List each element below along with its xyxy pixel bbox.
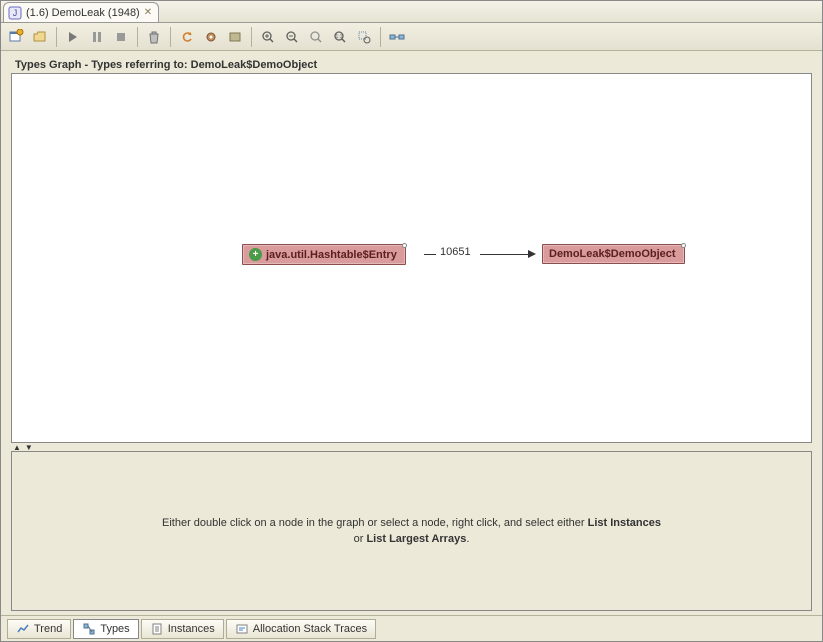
graph-node-target[interactable]: DemoLeak$DemoObject	[542, 244, 685, 264]
expand-icon[interactable]: +	[249, 248, 262, 261]
graph-node-label: java.util.Hashtable$Entry	[266, 249, 397, 261]
hint-bold-2: List Largest Arrays	[366, 533, 466, 545]
toolbar-separator	[170, 27, 171, 47]
toolbar: 1:1	[1, 23, 822, 51]
graph-edge-label: 10651	[440, 246, 471, 258]
pause-icon[interactable]	[86, 26, 108, 48]
trend-chart-icon	[16, 622, 30, 636]
zoom-out-icon[interactable]	[281, 26, 303, 48]
filter-icon[interactable]	[224, 26, 246, 48]
stop-icon[interactable]	[110, 26, 132, 48]
open-folder-icon[interactable]	[29, 26, 51, 48]
types-graph-panel[interactable]: + java.util.Hashtable$Entry 10651 DemoLe…	[11, 73, 812, 443]
refresh-icon[interactable]	[176, 26, 198, 48]
trash-icon[interactable]	[143, 26, 165, 48]
svg-text:J: J	[13, 8, 18, 18]
graph-edge	[480, 254, 528, 255]
graph-edge	[424, 254, 436, 255]
editor-tab-title: (1.6) DemoLeak (1948)	[26, 7, 140, 19]
hint-text: or	[354, 533, 367, 545]
bottom-tabs: Trend Types Instances Allocation Stack T…	[1, 615, 822, 641]
tab-trend[interactable]: Trend	[7, 619, 71, 639]
zoom-in-icon[interactable]	[257, 26, 279, 48]
zoom-selection-icon[interactable]	[353, 26, 375, 48]
svg-text:1:1: 1:1	[336, 34, 343, 40]
node-handle-icon	[681, 243, 686, 248]
tab-label: Allocation Stack Traces	[253, 623, 367, 635]
instances-icon	[150, 622, 164, 636]
types-icon	[82, 622, 96, 636]
tab-label: Types	[100, 623, 129, 635]
toolbar-separator	[137, 27, 138, 47]
toolbar-separator	[380, 27, 381, 47]
new-window-icon[interactable]	[5, 26, 27, 48]
hint-bold-1: List Instances	[588, 517, 661, 529]
hint-panel: Either double click on a node in the gra…	[11, 451, 812, 611]
hint-text: .	[466, 533, 469, 545]
editor-tab-row: J (1.6) DemoLeak (1948) ✕	[1, 1, 822, 23]
zoom-fit-icon[interactable]	[305, 26, 327, 48]
stack-trace-icon	[235, 622, 249, 636]
close-icon[interactable]: ✕	[144, 7, 152, 18]
graph-node-source[interactable]: + java.util.Hashtable$Entry	[242, 244, 406, 265]
tab-instances[interactable]: Instances	[141, 619, 224, 639]
java-tab-icon: J	[8, 6, 22, 20]
hint-text: Either double click on a node in the gra…	[162, 517, 588, 529]
panel-title: Types Graph - Types referring to: DemoLe…	[11, 59, 812, 71]
tab-types[interactable]: Types	[73, 619, 138, 639]
arrow-right-icon	[528, 250, 536, 258]
tab-allocation-stack-traces[interactable]: Allocation Stack Traces	[226, 619, 376, 639]
graph-node-label: DemoLeak$DemoObject	[549, 248, 676, 260]
node-handle-icon	[402, 243, 407, 248]
tab-label: Instances	[168, 623, 215, 635]
panel-splitter[interactable]: ▲ ▼	[11, 443, 812, 451]
toolbar-separator	[251, 27, 252, 47]
zoom-reset-icon[interactable]: 1:1	[329, 26, 351, 48]
editor-tab[interactable]: J (1.6) DemoLeak (1948) ✕	[3, 2, 159, 22]
toolbar-separator	[56, 27, 57, 47]
play-icon[interactable]	[62, 26, 84, 48]
tab-label: Trend	[34, 623, 62, 635]
content-area: Types Graph - Types referring to: DemoLe…	[1, 51, 822, 615]
layout-icon[interactable]	[386, 26, 408, 48]
gear-icon[interactable]	[200, 26, 222, 48]
